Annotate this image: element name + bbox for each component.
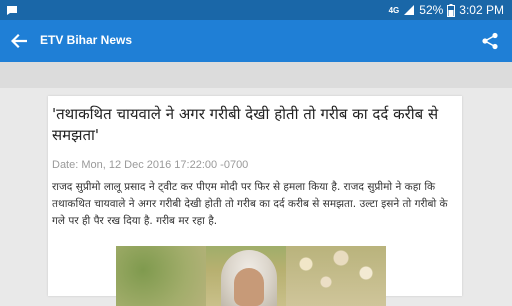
back-button[interactable] [6,28,32,54]
article-headline: 'तथाकथित चायवाले ने अगर गरीबी देखी होती … [52,105,439,144]
article-body: राजद सुप्रीमो लालू प्रसाद ने ट्वीट कर पी… [52,181,448,227]
signal-icon [404,5,415,15]
notification-icon [7,6,17,15]
article-card: 'तथाकथित चायवाले ने अगर गरीबी देखी होती … [48,96,462,306]
share-icon [482,32,498,50]
toolbar-shadow-band [0,62,512,88]
signal-type-label: 4G [388,5,400,15]
status-right: 4G 52% 3:02 PM [389,2,504,18]
image-face [234,268,264,306]
image-foliage [116,246,206,306]
image-flowers [286,246,386,306]
share-button[interactable] [478,29,502,53]
article-date: Date: Mon, 12 Dec 2016 17:22:00 -0700 [52,159,249,171]
battery-percentage: 52% [419,3,444,17]
app-title: ETV Bihar News [40,33,133,47]
status-time: 3:02 PM [459,3,504,17]
arrow-left-icon [11,33,27,49]
article-image [116,246,386,306]
status-left [6,3,18,17]
app-bar: ETV Bihar News [0,20,512,62]
status-bar: 4G 52% 3:02 PM [0,0,512,20]
battery-icon [447,3,456,17]
